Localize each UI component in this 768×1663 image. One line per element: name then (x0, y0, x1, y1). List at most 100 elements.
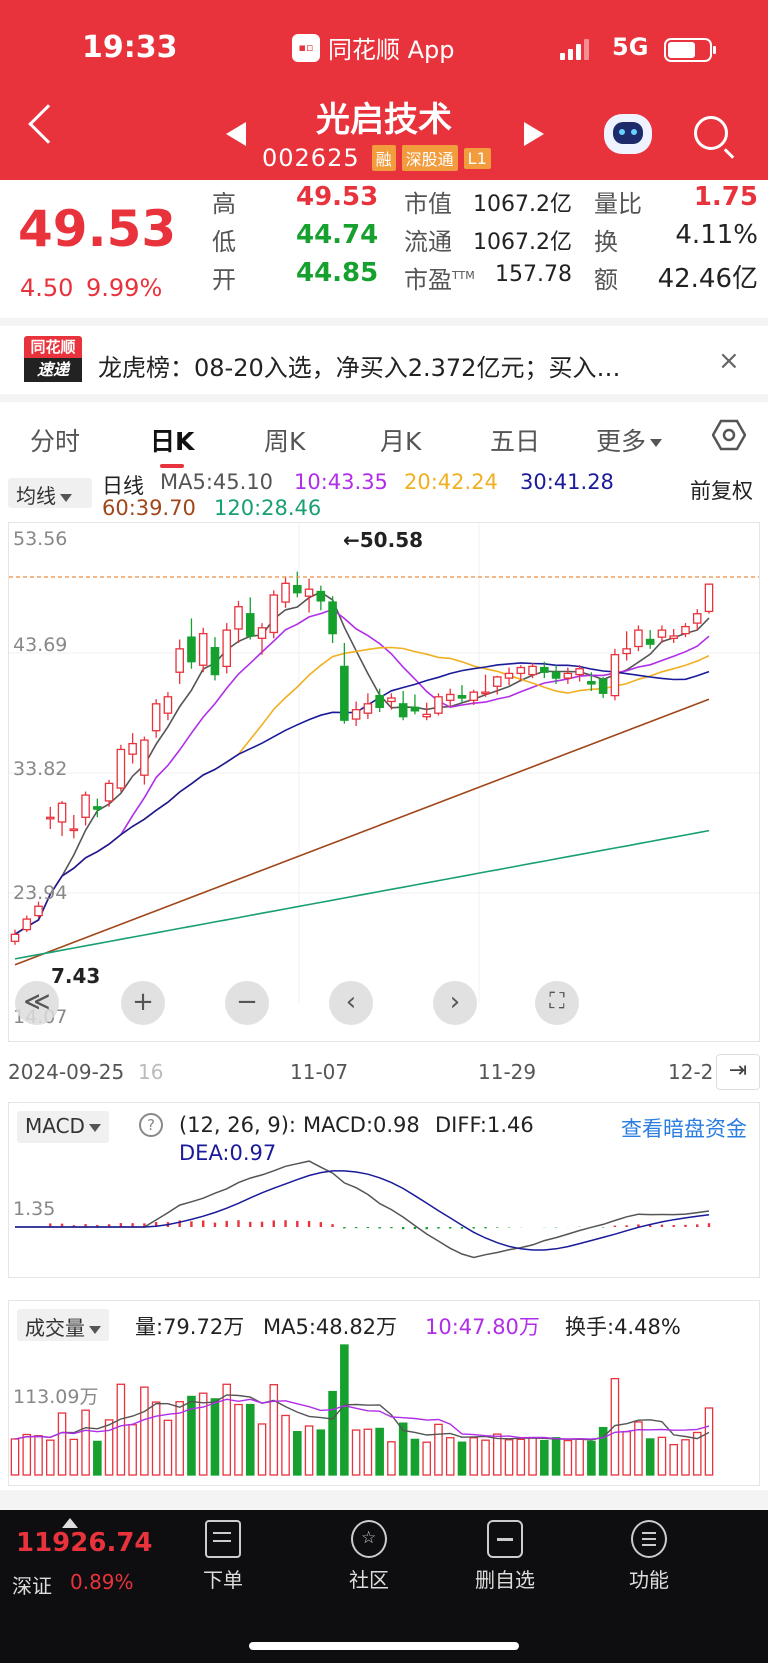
candle-down (187, 636, 196, 663)
ma120-line (14, 829, 710, 960)
candle-up (434, 696, 443, 714)
volume-bar-up (34, 1435, 43, 1476)
volume-bar-up (151, 1401, 161, 1476)
news-text[interactable]: 龙虎榜：08-20入选，净买入2.372亿元；买入… (98, 348, 698, 383)
tab-more-label: 更多 (596, 427, 647, 456)
amount-value: 42.46亿 (657, 264, 758, 294)
fullscreen-button[interactable]: ⛶ (535, 981, 579, 1025)
volume-selector-label: 成交量 (25, 1316, 85, 1340)
candle-up (351, 709, 361, 720)
candle-up (128, 742, 137, 755)
ma-selector[interactable]: 均线 (8, 478, 92, 508)
community-icon: ☆ (351, 1520, 387, 1558)
kline-chart[interactable]: 53.56 43.69 33.82 23.94 14.07 ←50.58 7.4… (8, 522, 760, 1042)
index-value[interactable]: 11926.74 (16, 1528, 153, 1558)
candle-up (57, 802, 67, 823)
date-label: 12-2 (668, 1060, 714, 1084)
settings-icon[interactable] (712, 418, 746, 452)
home-indicator (249, 1642, 519, 1650)
volume-bar-up (610, 1377, 620, 1476)
dark-pool-link[interactable]: 查看暗盘资金 (621, 1113, 747, 1143)
tag-margin: 融 (371, 145, 396, 171)
candle-up (34, 905, 43, 917)
help-icon[interactable]: ? (139, 1113, 163, 1137)
nav-community[interactable]: ☆ 社区 (314, 1520, 424, 1593)
volume-bar-down (410, 1438, 420, 1476)
candle-down (93, 806, 102, 810)
ma60-value: 60:39.70 (102, 496, 196, 520)
candle-down (340, 665, 349, 721)
volume-bar-up (10, 1438, 20, 1476)
ma5-value: MA5:45.10 (160, 470, 274, 494)
nav-order[interactable]: 下单 (168, 1520, 278, 1593)
volume-bar-up (222, 1383, 232, 1476)
tab-monthly-k[interactable]: 月K (380, 422, 421, 458)
y-tick-label: 23.94 (13, 882, 67, 904)
volume-bar-down (457, 1441, 467, 1476)
date-label: 11-29 (478, 1060, 537, 1084)
battery-icon (664, 38, 716, 62)
nav-functions[interactable]: 功能 (594, 1520, 704, 1593)
last-price: 49.53 (18, 200, 177, 258)
ma60-line (14, 698, 710, 966)
volume-bar-down (316, 1429, 326, 1476)
candle-up (669, 635, 679, 639)
bottom-bar: 11926.74 深证 0.89% 下单 ☆ 社区 删自选 功能 (0, 1510, 768, 1663)
adjust-mode[interactable]: 前复权 (690, 475, 753, 505)
y-tick-label: 33.82 (13, 758, 67, 780)
zoom-out-button[interactable]: − (225, 981, 269, 1025)
tab-five-day[interactable]: 五日 (490, 422, 540, 458)
candle-down (210, 647, 220, 676)
zoom-in-button[interactable]: + (121, 981, 165, 1025)
chevron-down-icon (60, 493, 72, 502)
volume-bar-down (551, 1437, 561, 1476)
status-time: 19:33 (82, 30, 178, 65)
jump-latest-button[interactable]: ⇥ (716, 1054, 760, 1090)
volume-panel[interactable]: 113.09万 成交量 量:79.72万 MA5:48.82万 10:47.80… (8, 1300, 760, 1486)
nav-remove-watchlist[interactable]: 删自选 (450, 1520, 560, 1593)
volume-bar-up (281, 1414, 290, 1476)
volume-bar-up (445, 1437, 455, 1476)
candle-up (657, 629, 667, 638)
scroll-right-button[interactable]: › (433, 981, 477, 1025)
volume-selector[interactable]: 成交量 (17, 1309, 109, 1341)
news-bar[interactable]: 同花顺 速递 龙虎榜：08-20入选，净买入2.372亿元；买入… × (0, 318, 768, 394)
network-type: 5G (612, 33, 649, 61)
volume-bar-up (681, 1439, 690, 1476)
candle-up (469, 691, 479, 701)
price-change: 4.50 (20, 274, 74, 302)
y-tick-label: 43.69 (13, 634, 67, 656)
price-change-pct: 9.99% (86, 274, 163, 302)
candle-up (681, 625, 690, 635)
tab-more[interactable]: 更多 (596, 422, 663, 458)
tab-weekly-k[interactable]: 周K (264, 422, 305, 458)
tab-daily-k[interactable]: 日K (150, 422, 194, 458)
ma120-value: 120:28.46 (214, 496, 322, 520)
volume-bar-up (22, 1433, 32, 1476)
volume-bar-down (93, 1440, 102, 1476)
volume-bar-up (528, 1437, 537, 1476)
close-icon[interactable]: × (718, 346, 740, 376)
scroll-left-button[interactable]: ‹ (329, 981, 373, 1025)
diff-line (15, 1160, 710, 1259)
candle-up (45, 816, 55, 820)
index-name: 深证 (12, 1574, 52, 1598)
volume-y-label: 113.09万 (13, 1386, 98, 1408)
amount-label: 额 (594, 266, 618, 294)
next-stock-icon[interactable] (524, 122, 544, 146)
ai-robot-icon[interactable] (604, 114, 652, 154)
candle-up (363, 703, 373, 714)
candle-up (634, 629, 643, 648)
rewind-button[interactable]: ≪ (15, 981, 59, 1025)
volume-bar-up (57, 1412, 67, 1476)
candle-up (175, 648, 184, 673)
dea-line (15, 1170, 710, 1251)
macd-panel[interactable]: 1.35 MACD ? (12, 26, 9): MACD:0.98 DIFF:… (8, 1102, 760, 1278)
tab-intraday[interactable]: 分时 (30, 422, 80, 458)
prev-stock-icon[interactable] (226, 122, 246, 146)
date-label: 2024-09-25 (8, 1060, 125, 1084)
search-icon[interactable] (694, 116, 728, 150)
macd-selector[interactable]: MACD (17, 1111, 109, 1143)
order-icon (205, 1520, 241, 1558)
candle-up (563, 672, 573, 679)
